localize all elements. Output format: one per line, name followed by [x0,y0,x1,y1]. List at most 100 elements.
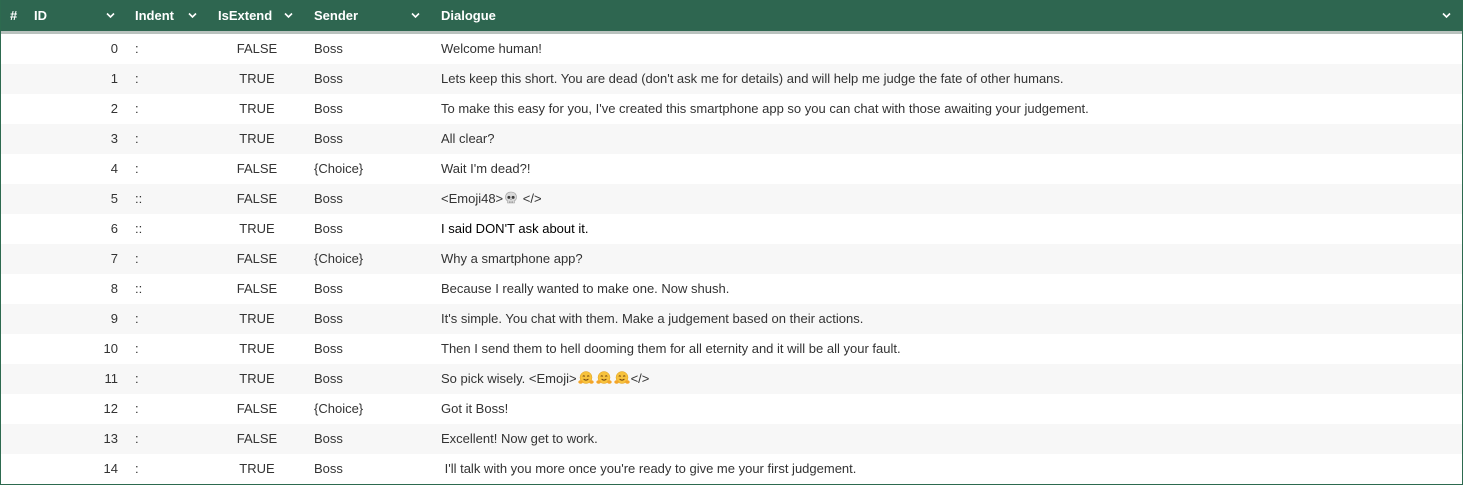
indent-cell[interactable]: :: [135,184,195,214]
dialogue-cell[interactable]: <Emoji48> </> [441,184,1451,214]
indent-cell[interactable]: : [135,304,195,334]
table-row[interactable]: 5 :: FALSE Boss <Emoji48> </> [1,184,1462,214]
sender-filter-chevron-down-icon[interactable] [411,12,420,19]
dialogue-cell[interactable]: Excellent! Now get to work. [441,424,1451,454]
dialogue-cell[interactable]: All clear? [441,124,1451,154]
dialogue-cell[interactable]: I said DON'T ask about it. [441,214,1451,244]
sender-cell[interactable]: {Choice} [314,154,424,184]
isextend-cell[interactable]: FALSE [217,34,297,64]
indent-cell[interactable]: : [135,124,195,154]
indent-cell[interactable]: : [135,334,195,364]
sender-cell[interactable]: Boss [314,454,424,484]
indent-cell[interactable]: : [135,364,195,394]
table-row[interactable]: 10 : TRUE Boss Then I send them to hell … [1,334,1462,364]
table-row[interactable]: 9 : TRUE Boss It's simple. You chat with… [1,304,1462,334]
sender-cell[interactable]: Boss [314,424,424,454]
isextend-filter-chevron-down-icon[interactable] [284,12,293,19]
isextend-cell[interactable]: FALSE [217,184,297,214]
dialogue-cell[interactable]: Lets keep this short. You are dead (don'… [441,64,1451,94]
isextend-cell[interactable]: TRUE [217,334,297,364]
dialogue-filter-chevron-down-icon[interactable] [1442,12,1451,19]
dialogue-cell[interactable]: Because I really wanted to make one. Now… [441,274,1451,304]
dialogue-column-header[interactable]: Dialogue [441,0,496,31]
sender-cell[interactable]: Boss [314,274,424,304]
table-row[interactable]: 4 : FALSE {Choice} Wait I'm dead?! [1,154,1462,184]
sender-cell[interactable]: Boss [314,34,424,64]
id-cell[interactable]: 14 [61,454,118,484]
sender-cell[interactable]: Boss [314,214,424,244]
isextend-cell[interactable]: FALSE [217,244,297,274]
isextend-cell[interactable]: TRUE [217,454,297,484]
id-cell[interactable]: 12 [61,394,118,424]
id-cell[interactable]: 13 [61,424,118,454]
table-row[interactable]: 13 : FALSE Boss Excellent! Now get to wo… [1,424,1462,454]
isextend-cell[interactable]: TRUE [217,214,297,244]
isextend-cell[interactable]: TRUE [217,364,297,394]
indent-cell[interactable]: : [135,34,195,64]
isextend-cell[interactable]: FALSE [217,274,297,304]
dialogue-cell[interactable]: I'll talk with you more once you're read… [441,454,1451,484]
indent-cell[interactable]: : [135,94,195,124]
sender-cell[interactable]: {Choice} [314,244,424,274]
table-row[interactable]: 8 :: FALSE Boss Because I really wanted … [1,274,1462,304]
table-row[interactable]: 2 : TRUE Boss To make this easy for you,… [1,94,1462,124]
sender-cell[interactable]: Boss [314,304,424,334]
indent-column-header[interactable]: Indent [135,0,174,31]
table-row[interactable]: 0 : FALSE Boss Welcome human! [1,34,1462,64]
isextend-cell[interactable]: TRUE [217,304,297,334]
dialogue-cell[interactable]: So pick wisely. <Emoji> </> [441,364,1451,394]
table-row[interactable]: 12 : FALSE {Choice} Got it Boss! [1,394,1462,424]
isextend-cell[interactable]: TRUE [217,124,297,154]
dialogue-cell[interactable]: Got it Boss! [441,394,1451,424]
isextend-cell[interactable]: FALSE [217,424,297,454]
sender-cell[interactable]: Boss [314,94,424,124]
sender-cell[interactable]: Boss [314,124,424,154]
sender-cell[interactable]: Boss [314,364,424,394]
indent-cell[interactable]: :: [135,274,195,304]
id-cell[interactable]: 3 [61,124,118,154]
dialogue-cell[interactable]: Welcome human! [441,34,1451,64]
table-row[interactable]: 7 : FALSE {Choice} Why a smartphone app? [1,244,1462,274]
id-cell[interactable]: 10 [61,334,118,364]
indent-cell[interactable]: : [135,154,195,184]
dialogue-cell[interactable]: To make this easy for you, I've created … [441,94,1451,124]
isextend-column-header[interactable]: IsExtend [218,0,272,31]
indent-cell[interactable]: : [135,424,195,454]
indent-cell[interactable]: : [135,244,195,274]
table-row[interactable]: 11 : TRUE Boss So pick wisely. <Emoji> <… [1,364,1462,394]
sender-cell[interactable]: Boss [314,184,424,214]
table-row[interactable]: 1 : TRUE Boss Lets keep this short. You … [1,64,1462,94]
isextend-cell[interactable]: FALSE [217,154,297,184]
id-cell[interactable]: 11 [61,364,119,394]
dialogue-cell[interactable]: It's simple. You chat with them. Make a … [441,304,1451,334]
indent-filter-chevron-down-icon[interactable] [188,12,197,19]
id-cell[interactable]: 6 [61,214,118,244]
isextend-cell[interactable]: FALSE [217,394,297,424]
id-cell[interactable]: 1 [61,64,118,94]
sender-cell[interactable]: Boss [314,334,424,364]
table-row[interactable]: 3 : TRUE Boss All clear? [1,124,1462,154]
indent-cell[interactable]: : [135,394,195,424]
sender-cell[interactable]: Boss [314,64,424,94]
indent-cell[interactable]: : [135,64,195,94]
id-cell[interactable]: 4 [61,154,118,184]
id-cell[interactable]: 2 [61,94,118,124]
indent-cell[interactable]: :: [135,214,195,244]
id-cell[interactable]: 8 [61,274,118,304]
table-row[interactable]: 14 : TRUE Boss I'll talk with you more o… [1,454,1462,484]
id-cell[interactable]: 5 [61,184,118,214]
rownum-header[interactable]: # [10,0,17,31]
id-cell[interactable]: 9 [61,304,118,334]
table-row[interactable]: 6 :: TRUE Boss I said DON'T ask about it… [1,214,1462,244]
dialogue-cell[interactable]: Wait I'm dead?! [441,154,1451,184]
id-column-header[interactable]: ID [34,0,47,31]
sender-cell[interactable]: {Choice} [314,394,424,424]
isextend-cell[interactable]: TRUE [217,94,297,124]
sender-column-header[interactable]: Sender [314,0,358,31]
id-cell[interactable]: 0 [61,34,118,64]
indent-cell[interactable]: : [135,454,195,484]
dialogue-cell[interactable]: Why a smartphone app? [441,244,1451,274]
id-cell[interactable]: 7 [61,244,118,274]
dialogue-cell[interactable]: Then I send them to hell dooming them fo… [441,334,1451,364]
isextend-cell[interactable]: TRUE [217,64,297,94]
